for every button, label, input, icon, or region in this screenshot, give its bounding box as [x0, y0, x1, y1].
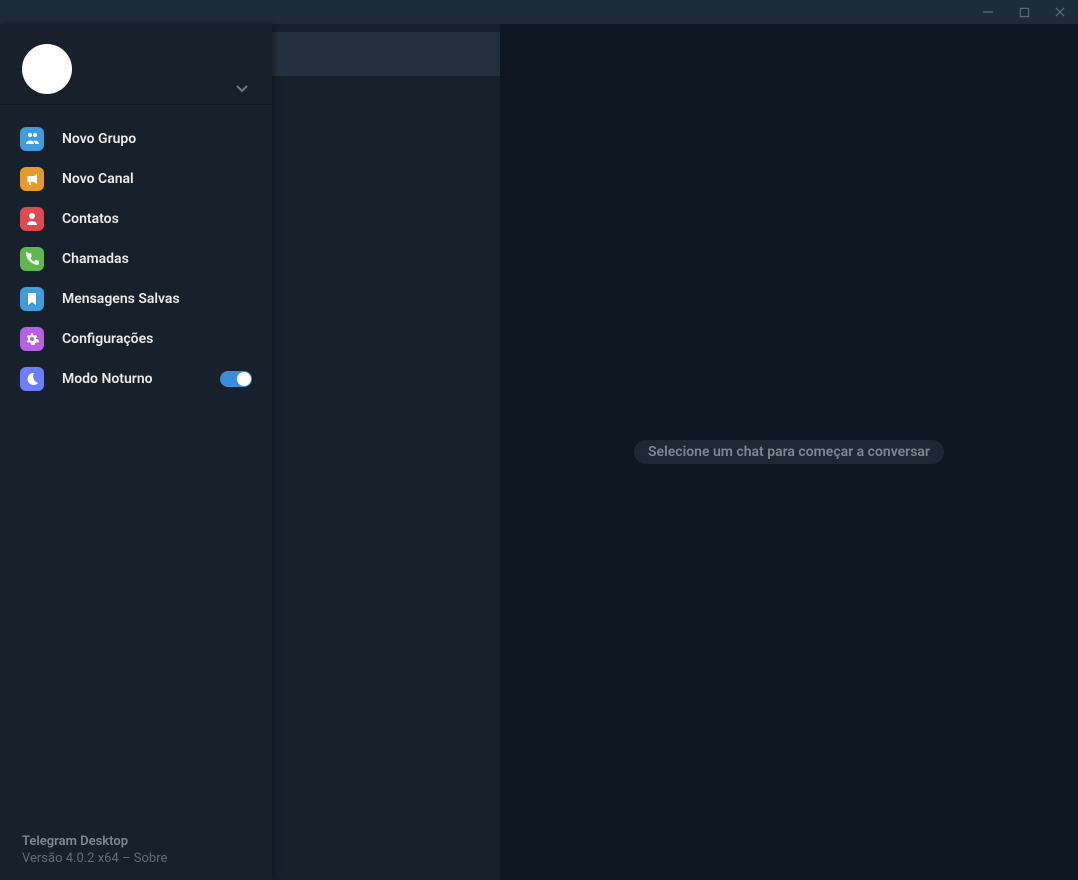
- sidebar-header: [0, 24, 272, 104]
- search-input[interactable]: [272, 32, 500, 76]
- avatar[interactable]: [22, 44, 72, 94]
- moon-icon: [20, 367, 44, 391]
- close-button[interactable]: [1042, 0, 1078, 24]
- sidebar-item-label: Modo Noturno: [62, 371, 220, 387]
- bookmark-icon: [20, 287, 44, 311]
- phone-icon: [20, 247, 44, 271]
- sidebar-menu: Novo Grupo Novo Canal Contatos Chamadas Mens…: [0, 104, 272, 399]
- minimize-icon: [982, 6, 994, 18]
- group-icon: [20, 127, 44, 151]
- person-icon: [20, 207, 44, 231]
- sidebar-item-settings[interactable]: Configurações: [0, 319, 272, 359]
- night-mode-toggle[interactable]: [220, 371, 252, 387]
- sidebar-item-calls[interactable]: Chamadas: [0, 239, 272, 279]
- sidebar-item-label: Novo Grupo: [62, 131, 252, 147]
- sidebar-item-label: Chamadas: [62, 251, 252, 267]
- gear-icon: [20, 327, 44, 351]
- chat-list-panel: [272, 24, 500, 880]
- sidebar-item-saved[interactable]: Mensagens Salvas: [0, 279, 272, 319]
- sidebar-item-label: Configurações: [62, 331, 252, 347]
- maximize-button[interactable]: [1006, 0, 1042, 24]
- sidebar-item-label: Novo Canal: [62, 171, 252, 187]
- sidebar-item-night-mode[interactable]: Modo Noturno: [0, 359, 272, 399]
- sidebar-item-new-group[interactable]: Novo Grupo: [0, 119, 272, 159]
- sidebar-item-label: Mensagens Salvas: [62, 291, 252, 307]
- chat-area: Selecione um chat para começar a convers…: [500, 24, 1078, 880]
- app-name: Telegram Desktop: [22, 834, 250, 849]
- account-expand-button[interactable]: [228, 74, 256, 102]
- sidebar-item-contacts[interactable]: Contatos: [0, 199, 272, 239]
- sidebar-item-label: Contatos: [62, 211, 252, 227]
- sidebar-drawer: Novo Grupo Novo Canal Contatos Chamadas Mens…: [0, 24, 272, 880]
- megaphone-icon: [20, 167, 44, 191]
- chat-placeholder: Selecione um chat para começar a convers…: [634, 440, 944, 464]
- chevron-down-icon: [234, 80, 250, 96]
- app-version[interactable]: Versão 4.0.2 x64 – Sobre: [22, 851, 250, 866]
- close-icon: [1054, 6, 1066, 18]
- sidebar-footer: Telegram Desktop Versão 4.0.2 x64 – Sobr…: [0, 834, 272, 880]
- sidebar-item-new-channel[interactable]: Novo Canal: [0, 159, 272, 199]
- minimize-button[interactable]: [970, 0, 1006, 24]
- titlebar: [0, 0, 1078, 24]
- maximize-icon: [1019, 7, 1030, 18]
